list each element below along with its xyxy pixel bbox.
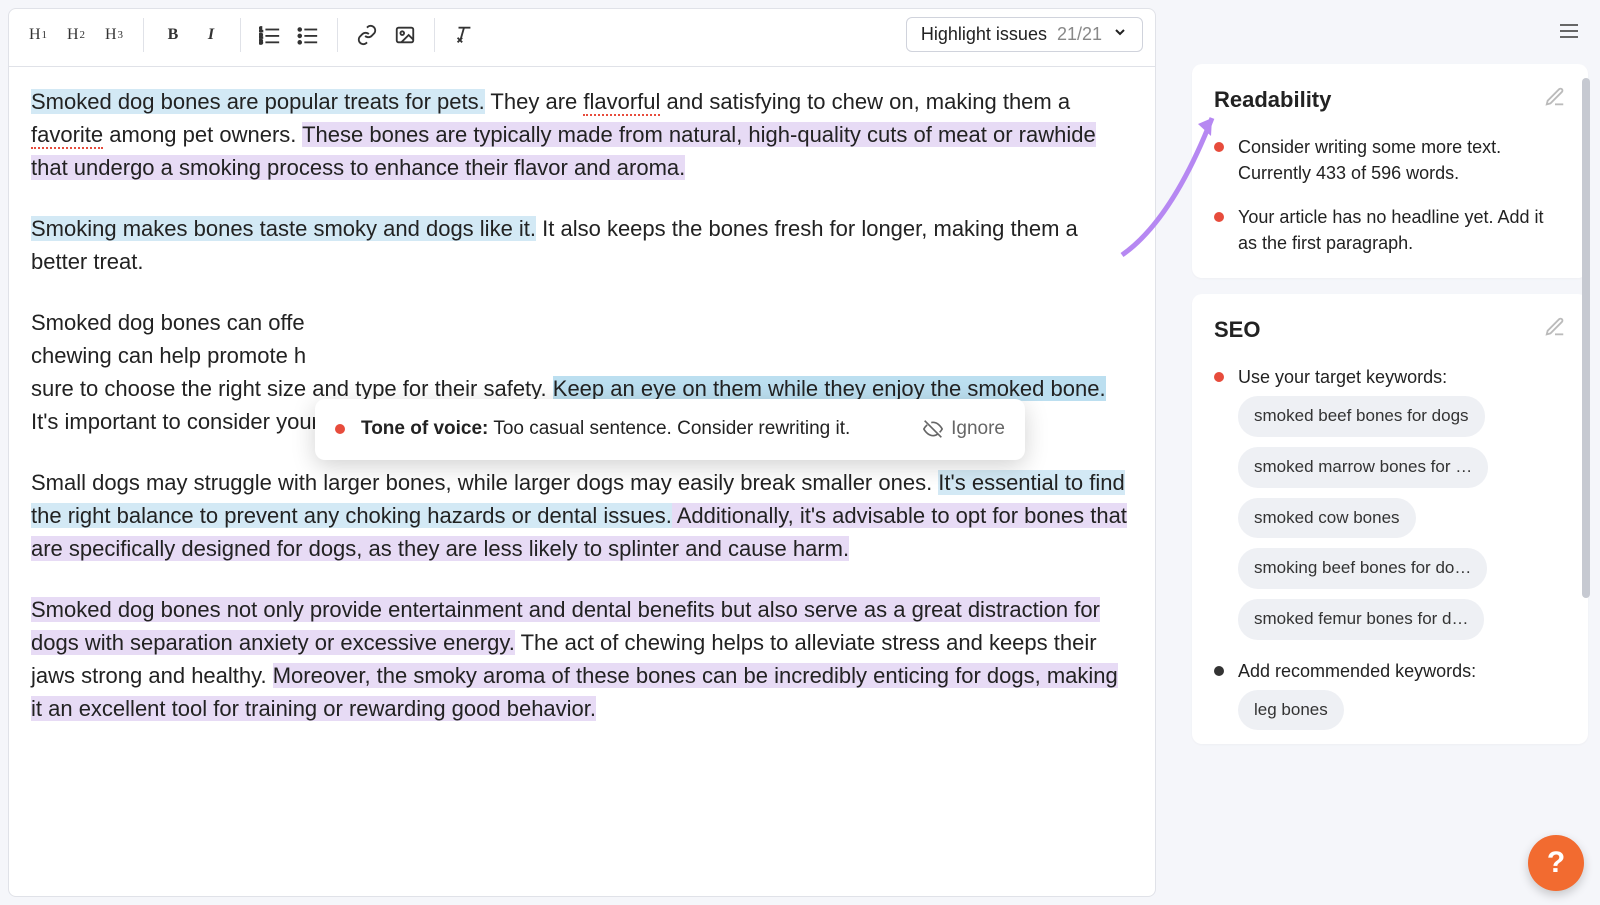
seo-issue[interactable]: Use your target keywords: smoked beef bo…	[1214, 364, 1566, 639]
heading-group: H1 H2 H3	[21, 18, 144, 52]
keyword-chip[interactable]: smoked marrow bones for …	[1238, 447, 1488, 488]
readability-issue[interactable]: Your article has no headline yet. Add it…	[1214, 204, 1566, 256]
highlight-issues-dropdown[interactable]: Highlight issues 21/21	[906, 17, 1143, 52]
paragraph: Small dogs may struggle with larger bone…	[31, 466, 1133, 565]
editor-toolbar: H1 H2 H3 B I 123	[9, 9, 1155, 67]
ignore-button[interactable]: Ignore	[923, 415, 1005, 444]
edit-icon[interactable]	[1544, 86, 1566, 114]
italic-button[interactable]: I	[194, 18, 228, 52]
clear-format-button[interactable]	[447, 18, 481, 52]
panel-title: Readability	[1214, 86, 1566, 114]
image-button[interactable]	[388, 18, 422, 52]
issue-dot-icon	[1214, 142, 1224, 152]
scrollbar[interactable]	[1580, 8, 1592, 897]
clear-group	[447, 18, 493, 52]
keyword-chip[interactable]: smoking beef bones for do…	[1238, 548, 1487, 589]
h1-button[interactable]: H1	[21, 18, 55, 52]
tooltip-message: Too casual sentence. Consider rewriting …	[493, 418, 850, 439]
keyword-chip-row: leg bones	[1238, 690, 1566, 731]
readability-panel: Readability Consider writing some more t…	[1192, 64, 1588, 278]
sidebar: Readability Consider writing some more t…	[1172, 8, 1592, 897]
bold-button[interactable]: B	[156, 18, 190, 52]
highlighted-text[interactable]: Smoking makes bones taste smoky and dogs…	[31, 216, 536, 241]
insert-group	[350, 18, 435, 52]
seo-panel: SEO Use your target keywords: smoked bee…	[1192, 294, 1588, 744]
issue-dot-icon	[1214, 372, 1224, 382]
keyword-chip[interactable]: smoked beef bones for dogs	[1238, 396, 1485, 437]
tooltip-title: Tone of voice:	[361, 418, 488, 439]
highlight-count: 21/21	[1057, 24, 1102, 45]
paragraph: Smoking makes bones taste smoky and dogs…	[31, 212, 1133, 278]
typo-word[interactable]: flavorful	[583, 89, 660, 116]
editor-content[interactable]: Smoked dog bones are popular treats for …	[9, 67, 1155, 896]
highlighted-text-selected[interactable]: Keep an eye on them while they enjoy the…	[553, 376, 1106, 401]
issue-dot-icon	[335, 424, 345, 434]
issue-dot-icon	[1214, 666, 1224, 676]
keyword-chip[interactable]: smoked cow bones	[1238, 498, 1416, 539]
highlight-label: Highlight issues	[921, 24, 1047, 45]
h2-button[interactable]: H2	[59, 18, 93, 52]
eye-off-icon	[923, 419, 943, 439]
paragraph: Smoked dog bones are popular treats for …	[31, 85, 1133, 184]
highlighted-text[interactable]: Smoked dog bones are popular treats for …	[31, 89, 485, 114]
panel-title: SEO	[1214, 316, 1566, 344]
editor-panel: H1 H2 H3 B I 123	[8, 8, 1156, 897]
list-group: 123	[253, 18, 338, 52]
format-group: B I	[156, 18, 241, 52]
edit-icon[interactable]	[1544, 316, 1566, 344]
chevron-down-icon	[1112, 24, 1128, 45]
ordered-list-button[interactable]: 123	[253, 18, 287, 52]
typo-word[interactable]: favorite	[31, 122, 103, 149]
link-button[interactable]	[350, 18, 384, 52]
keyword-chip-row: smoked beef bones for dogs smoked marrow…	[1238, 396, 1566, 639]
keyword-chip[interactable]: leg bones	[1238, 690, 1344, 731]
unordered-list-button[interactable]	[291, 18, 325, 52]
scroll-thumb[interactable]	[1582, 78, 1590, 598]
svg-text:3: 3	[259, 39, 263, 46]
paragraph: Smoked dog bones not only provide entert…	[31, 593, 1133, 725]
issue-tooltip: Tone of voice: Too casual sentence. Cons…	[315, 399, 1025, 460]
issue-dot-icon	[1214, 212, 1224, 222]
h3-button[interactable]: H3	[97, 18, 131, 52]
readability-issue[interactable]: Consider writing some more text. Current…	[1214, 134, 1566, 186]
keyword-chip[interactable]: smoked femur bones for d…	[1238, 599, 1484, 640]
help-button[interactable]: ?	[1528, 835, 1584, 891]
seo-issue[interactable]: Add recommended keywords: leg bones	[1214, 658, 1566, 731]
